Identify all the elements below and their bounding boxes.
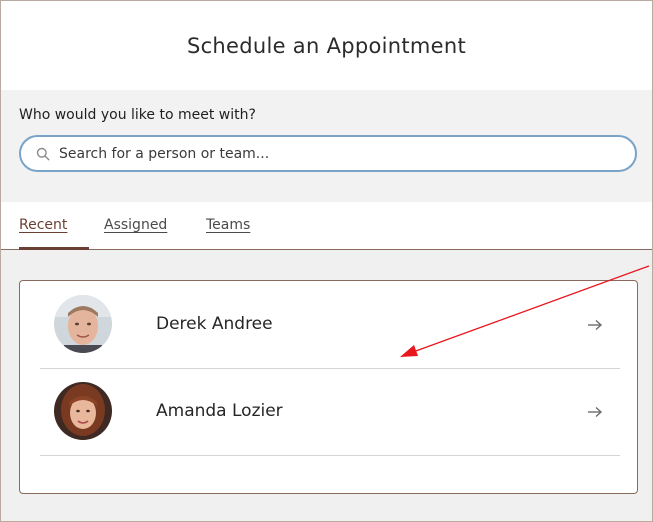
person-row-derek-andree[interactable]: Derek Andree — [40, 281, 620, 369]
people-list-card: Derek Andree Amanda Lozier — [19, 280, 638, 494]
tab-assigned[interactable]: Assigned — [104, 217, 167, 233]
search-icon — [35, 146, 51, 162]
avatar-derek-andree — [54, 295, 112, 353]
search-box[interactable] — [19, 135, 637, 172]
tab-teams[interactable]: Teams — [206, 217, 250, 233]
search-section: Who would you like to meet with? — [1, 90, 652, 202]
arrow-right-icon — [586, 317, 604, 331]
arrow-right-icon — [586, 404, 604, 418]
person-name: Derek Andree — [156, 314, 273, 334]
people-list-area: Derek Andree Amanda Lozier — [1, 250, 652, 521]
tab-bar: Recent Assigned Teams — [1, 202, 652, 250]
avatar-amanda-lozier — [54, 382, 112, 440]
person-name: Amanda Lozier — [156, 401, 283, 421]
tab-recent[interactable]: Recent — [19, 217, 67, 233]
person-row-amanda-lozier[interactable]: Amanda Lozier — [40, 368, 620, 456]
search-input[interactable] — [59, 145, 579, 162]
search-label: Who would you like to meet with? — [19, 107, 256, 123]
dialog-title: Schedule an Appointment — [186, 33, 467, 58]
schedule-appointment-dialog: Schedule an Appointment Who would you li… — [0, 0, 653, 522]
